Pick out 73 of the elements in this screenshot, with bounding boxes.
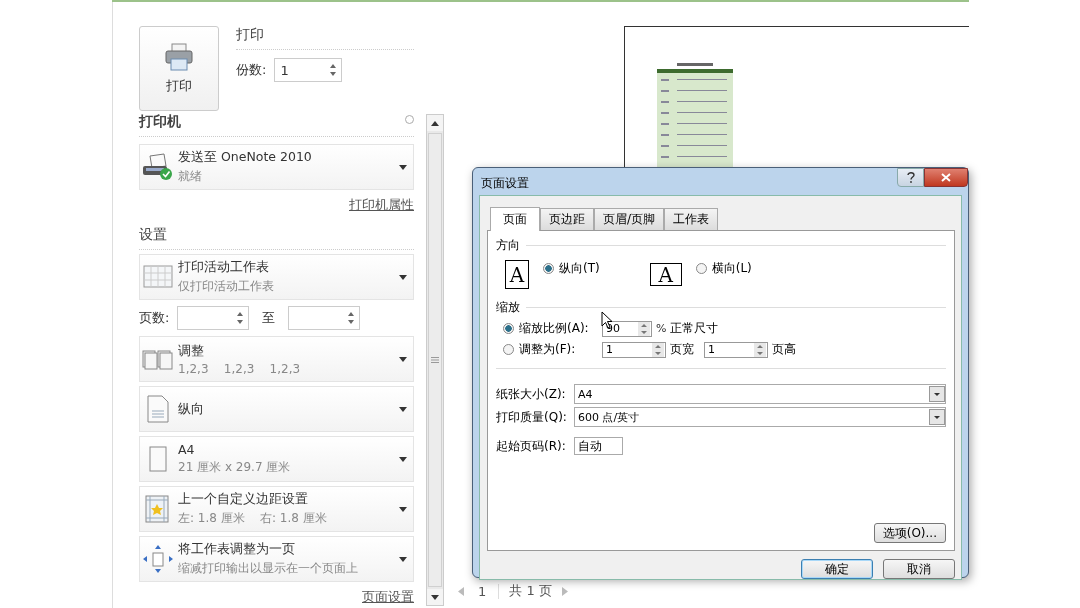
settings-dropdown[interactable]: 纵向 — [139, 386, 414, 432]
page-number-field[interactable]: 1 — [474, 583, 500, 599]
settings-dropdown[interactable]: 调整 1,2,3 1,2,3 1,2,3 — [139, 336, 414, 382]
settings-dropdown[interactable]: 打印活动工作表 仅打印活动工作表 — [139, 254, 414, 300]
settings-dropdown[interactable]: 将工作表调整为一页 缩减打印输出以显示在一个页面上 — [139, 536, 414, 582]
paper-size-label: 纸张大小(Z): — [496, 385, 567, 403]
dialog-tab[interactable]: 页面 — [490, 207, 540, 231]
caret-icon — [399, 506, 407, 512]
paper-size-dropdown[interactable]: A4 — [574, 384, 946, 404]
scrollbar[interactable] — [426, 114, 444, 606]
printer-dropdown[interactable]: 发送至 OneNote 2010 就绪 — [139, 144, 414, 190]
scroll-up-icon[interactable] — [431, 120, 439, 126]
section-heading: 设置 — [139, 226, 414, 250]
section-heading: 打印机 — [139, 115, 181, 127]
ok-button[interactable]: 确定 — [801, 559, 873, 579]
scale-percent-field[interactable]: 90 — [602, 320, 652, 337]
help-button[interactable] — [897, 168, 924, 187]
page-to-field[interactable] — [288, 306, 361, 330]
help-icon — [906, 172, 915, 183]
settings-dropdown[interactable]: A4 21 厘米 x 29.7 厘米 — [139, 436, 414, 482]
caret-icon — [399, 356, 407, 362]
pages-wide-label: 页宽 — [670, 341, 694, 358]
caret-icon — [399, 556, 407, 562]
spin-arrows-icon[interactable] — [652, 342, 664, 357]
dialog-title: 页面设置 — [481, 175, 529, 192]
close-icon — [941, 173, 951, 182]
orientation-icon: A — [505, 260, 529, 289]
dialog-tab[interactable]: 工作表 — [664, 208, 719, 230]
printer-icon — [142, 152, 174, 182]
pages-tall-label: 页高 — [772, 341, 796, 358]
settings-dropdown[interactable]: 上一个自定义边距设置 左: 1.8 厘米 右: 1.8 厘米 — [139, 486, 414, 532]
spin-arrows-icon[interactable] — [638, 321, 650, 336]
page-from-field[interactable] — [177, 306, 250, 330]
printer-properties-link[interactable]: 打印机属性 — [349, 197, 414, 214]
grip-icon[interactable] — [431, 357, 439, 363]
worksheet-icon — [142, 263, 174, 291]
radio-option[interactable]: 缩放比例(A): — [503, 320, 598, 337]
page-count: 共 1 页 — [509, 582, 552, 600]
pages-tall-field[interactable]: 1 — [704, 341, 768, 358]
first-page-label: 起始页码(R): — [496, 437, 567, 455]
first-page-field[interactable]: 自动 — [574, 437, 623, 455]
print-quality-label: 打印质量(Q): — [496, 408, 568, 426]
pages-to-label: 至 — [262, 309, 276, 327]
cancel-button[interactable]: 取消 — [883, 559, 955, 579]
fit-page-icon — [142, 544, 174, 574]
page-setup-link[interactable]: 页面设置 — [362, 589, 414, 606]
caret-icon — [399, 164, 407, 170]
dialog-tab[interactable]: 页眉/页脚 — [594, 208, 665, 230]
print-quality-dropdown[interactable]: 600 点/英寸 — [574, 407, 946, 427]
copies-label: 份数: — [236, 61, 267, 79]
radio-option[interactable]: 纵向(T) — [543, 260, 600, 277]
caret-icon — [399, 406, 407, 412]
pages-wide-field[interactable]: 1 — [602, 341, 666, 358]
printer-icon — [164, 42, 194, 71]
group-heading: 缩放 — [496, 299, 520, 316]
section-heading: 打印 — [236, 26, 414, 50]
group-heading: 方向 — [496, 237, 520, 254]
radio-option[interactable]: 调整为(F): — [503, 341, 598, 358]
info-icon — [405, 115, 414, 124]
print-button[interactable]: 打印 — [139, 26, 219, 111]
options-button[interactable]: 选项(O)... — [873, 523, 946, 543]
copies-field[interactable]: 1 — [274, 58, 343, 82]
percent-sign: % — [656, 322, 667, 335]
spin-arrows-icon[interactable] — [754, 342, 766, 357]
scale-note: 正常尺寸 — [670, 320, 719, 337]
orientation-icon: A — [649, 263, 682, 286]
caret-icon — [399, 456, 407, 462]
scroll-down-icon[interactable] — [431, 594, 439, 600]
pages-label: 页数: — [139, 309, 170, 327]
dialog-tab[interactable]: 页边距 — [540, 208, 594, 230]
radio-option[interactable]: 横向(L) — [695, 260, 752, 277]
close-button[interactable] — [924, 168, 968, 187]
caret-icon — [399, 274, 407, 280]
